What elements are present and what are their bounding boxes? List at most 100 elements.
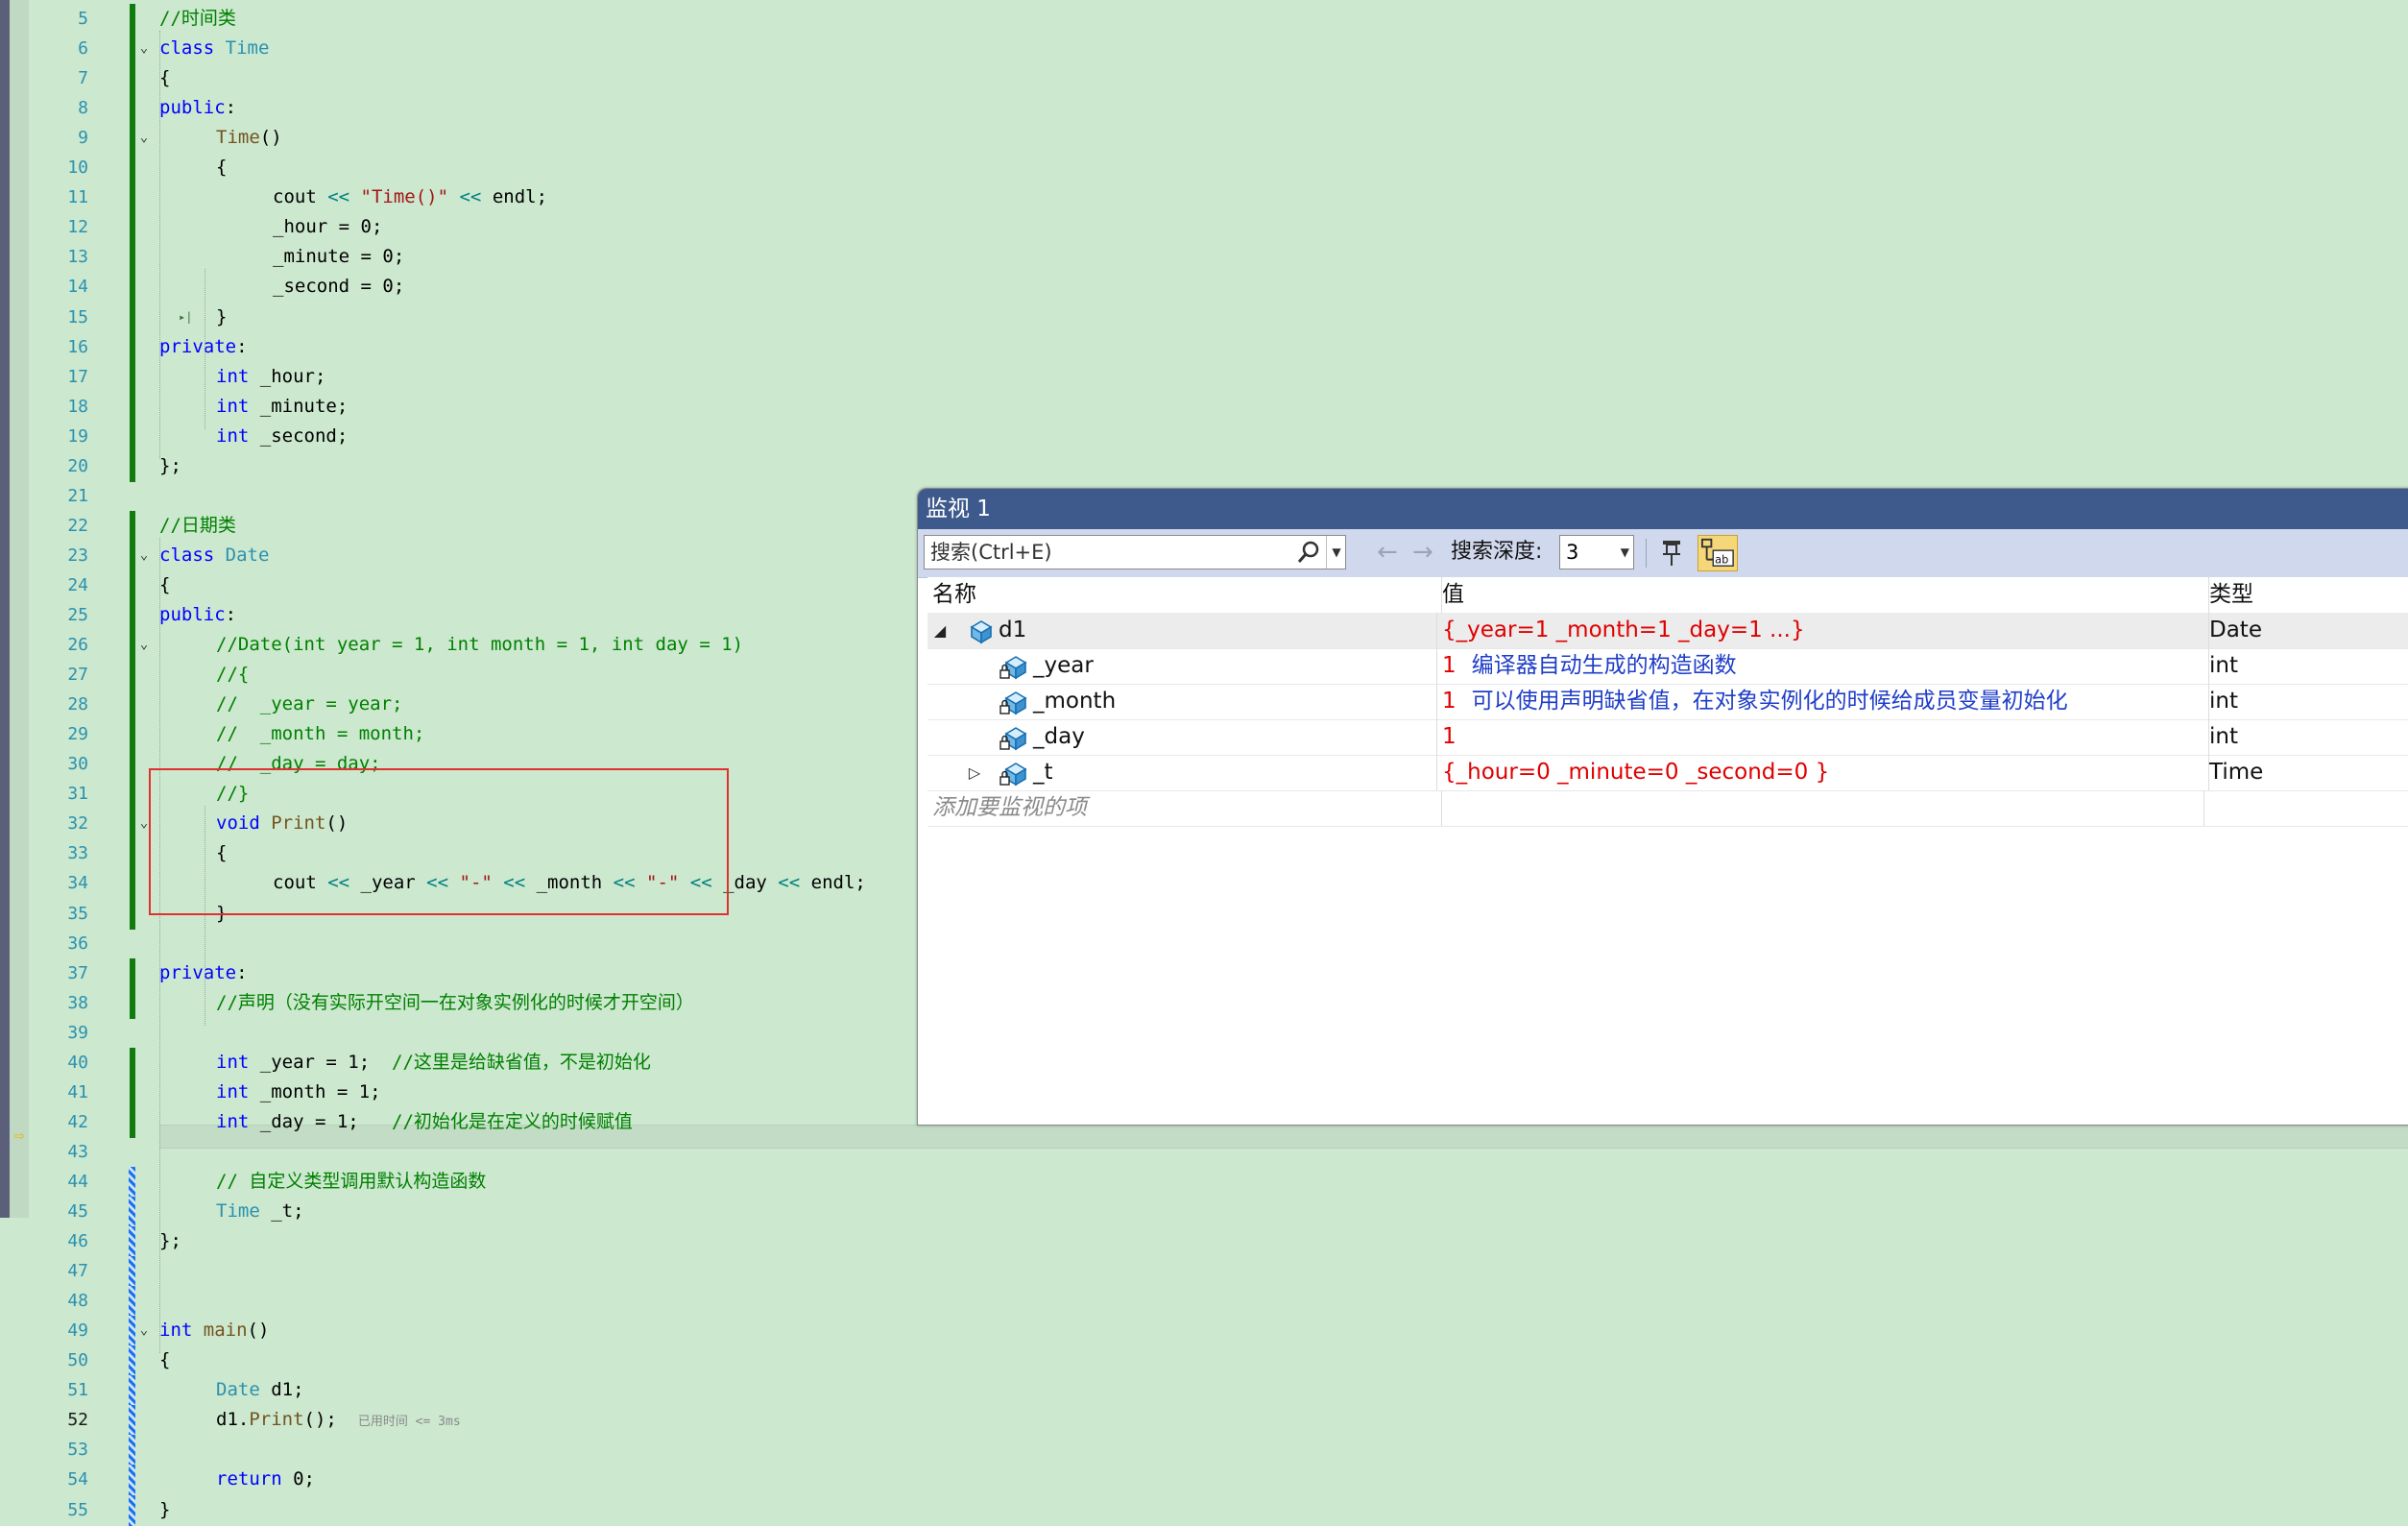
code-line[interactable]: 51 Date d1; xyxy=(0,1375,2408,1407)
code-line[interactable]: 8 public: xyxy=(0,93,2408,125)
code-line[interactable]: 48 xyxy=(0,1286,2408,1318)
watch-name-cell[interactable]: _year xyxy=(927,648,1437,684)
search-icon[interactable] xyxy=(1294,538,1323,567)
code-line[interactable]: 17 int _hour; xyxy=(0,361,2408,393)
code-text[interactable]: int _year = 1; //这里是给缺省值，不是初始化 xyxy=(216,1051,651,1075)
watch-name-cell[interactable]: ◢ d1 xyxy=(927,613,1437,648)
code-line[interactable]: 20}; xyxy=(0,450,2408,482)
code-line[interactable]: 50 { xyxy=(0,1345,2408,1377)
watch-name-cell[interactable]: _day xyxy=(927,719,1437,755)
code-line[interactable]: 9 ⌄ Time() xyxy=(0,123,2408,155)
code-line[interactable]: 6 ⌄ class Time xyxy=(0,34,2408,65)
search-input[interactable] xyxy=(925,536,1294,569)
column-header-name[interactable]: 名称 xyxy=(927,577,1442,613)
code-line[interactable]: 10 { xyxy=(0,153,2408,184)
code-text[interactable]: // _year = year; xyxy=(216,692,402,716)
watch-name-cell[interactable]: _month xyxy=(927,684,1437,719)
code-text[interactable]: //日期类 xyxy=(159,514,236,538)
code-line[interactable]: 45 Time _t; xyxy=(0,1197,2408,1227)
code-text[interactable]: }; xyxy=(159,1229,181,1253)
code-text[interactable]: } xyxy=(216,305,227,329)
chevron-down-icon[interactable]: ▼ xyxy=(1326,536,1346,569)
code-line[interactable]: 55} xyxy=(0,1494,2408,1526)
code-text[interactable]: //{ xyxy=(216,663,249,687)
code-text[interactable]: Date d1; xyxy=(216,1378,304,1402)
code-line[interactable]: 46}; xyxy=(0,1226,2408,1258)
collapse-icon[interactable]: ⌄ xyxy=(137,544,151,568)
collapse-icon[interactable]: ⌄ xyxy=(137,1319,151,1343)
watch-title[interactable]: 监视 1 xyxy=(918,489,2408,529)
arrow-left-icon[interactable]: ← xyxy=(1377,535,1398,569)
collapse-triangle-icon[interactable]: ◢ xyxy=(931,613,949,648)
code-line[interactable]: 18 int _minute; xyxy=(0,391,2408,423)
code-line[interactable]: 7{ xyxy=(0,63,2408,95)
code-line[interactable]: 15 ▸|} xyxy=(0,302,2408,333)
arrow-right-icon[interactable]: → xyxy=(1412,535,1433,569)
code-line[interactable]: 47 xyxy=(0,1256,2408,1288)
code-text[interactable]: //时间类 xyxy=(159,7,236,31)
code-text[interactable]: int _second; xyxy=(216,424,348,448)
collapse-icon[interactable]: ⌄ xyxy=(137,633,151,657)
code-text[interactable]: private: xyxy=(159,335,248,359)
code-text[interactable]: _minute = 0; xyxy=(273,245,404,269)
watch-row[interactable]: _month 1 可以使用声明缺省值，在对象实例化的时候给成员变量初始化 int xyxy=(927,684,2408,720)
add-watch-item[interactable]: 添加要监视的项 xyxy=(927,790,1442,826)
collapse-icon[interactable]: ⌄ xyxy=(137,36,151,61)
watch-row[interactable]: ◢ d1 {_year=1 _month=1 _day=1 ...} Date xyxy=(927,613,2408,649)
code-text[interactable]: _second = 0; xyxy=(273,275,404,299)
watch-window[interactable]: 监视 1 ▼ ← → 搜索深度: 3 ▼ ab xyxy=(917,488,2408,1126)
code-text[interactable]: Time() xyxy=(216,126,282,150)
code-text[interactable]: } xyxy=(159,1498,170,1522)
watch-value-cell[interactable]: 1 xyxy=(1437,719,2209,755)
code-line[interactable]: 12 _hour = 0; xyxy=(0,212,2408,244)
code-text[interactable]: d1.Print(); 已用时间 <= 3ms xyxy=(216,1408,461,1434)
code-text[interactable]: { xyxy=(216,156,227,180)
fold-end-icon[interactable]: ▸| xyxy=(179,305,192,329)
search-depth-select[interactable]: 3 ▼ xyxy=(1559,535,1634,569)
code-line[interactable]: 5 //时间类 xyxy=(0,4,2408,35)
code-line[interactable]: 44 // 自定义类型调用默认构造函数 xyxy=(0,1166,2408,1198)
code-line[interactable]: 52 d1.Print(); 已用时间 <= 3ms xyxy=(0,1405,2408,1437)
code-text[interactable]: int _day = 1; //初始化是在定义的时候赋值 xyxy=(216,1110,633,1134)
code-line[interactable]: 49 ⌄ int main() xyxy=(0,1316,2408,1347)
watch-value-cell[interactable]: {_year=1 _month=1 _day=1 ...} xyxy=(1437,613,2209,648)
code-text[interactable]: Time _t; xyxy=(216,1199,304,1223)
code-text[interactable]: }; xyxy=(159,454,181,478)
hex-display-icon[interactable]: ab xyxy=(1698,535,1738,571)
code-text[interactable]: int _month = 1; xyxy=(216,1080,381,1104)
watch-value-cell[interactable]: 1 编译器自动生成的构造函数 xyxy=(1437,648,2209,684)
expand-triangle-icon[interactable]: ▷ xyxy=(966,755,983,790)
code-text[interactable]: private: xyxy=(159,961,248,985)
code-text[interactable]: class Time xyxy=(159,36,269,61)
code-text[interactable]: { xyxy=(159,573,170,597)
watch-value-cell[interactable]: 1 可以使用声明缺省值，在对象实例化的时候给成员变量初始化 xyxy=(1437,684,2209,719)
code-line[interactable]: 13 _minute = 0; xyxy=(0,242,2408,274)
code-text[interactable]: // 自定义类型调用默认构造函数 xyxy=(216,1170,486,1194)
search-box[interactable]: ▼ xyxy=(924,535,1346,569)
code-text[interactable]: public: xyxy=(159,603,236,627)
code-text[interactable]: //声明（没有实际开空间一在对象实例化的时候才开空间） xyxy=(216,991,694,1015)
watch-row[interactable]: _year 1 编译器自动生成的构造函数 int xyxy=(927,648,2408,685)
add-watch-row[interactable]: 添加要监视的项 xyxy=(927,790,2408,827)
code-line[interactable]: 11 cout << "Time()" << endl; xyxy=(0,182,2408,214)
code-line[interactable]: 19 int _second; xyxy=(0,421,2408,452)
code-text[interactable]: int _minute; xyxy=(216,395,348,419)
column-header-type[interactable]: 类型 xyxy=(2204,577,2408,613)
code-text[interactable]: public: xyxy=(159,96,236,120)
watch-row[interactable]: ▷ _t {_hour=0 _minute=0 _second=0 } Time xyxy=(927,755,2408,791)
code-line[interactable]: 14 _second = 0; xyxy=(0,272,2408,303)
code-line[interactable]: 53 xyxy=(0,1435,2408,1466)
pin-icon[interactable] xyxy=(1657,537,1688,569)
code-text[interactable]: int _hour; xyxy=(216,365,325,389)
watch-name-cell[interactable]: ▷ _t xyxy=(927,755,1437,790)
column-header-value[interactable]: 值 xyxy=(1437,577,2209,613)
code-text[interactable]: { xyxy=(159,1348,170,1372)
elapsed-time-hint[interactable]: 已用时间 <= 3ms xyxy=(358,1415,461,1429)
code-line[interactable]: 16 private: xyxy=(0,331,2408,363)
collapse-icon[interactable]: ⌄ xyxy=(137,126,151,150)
code-text[interactable]: { xyxy=(159,66,170,90)
code-text[interactable]: // _month = month; xyxy=(216,722,424,746)
watch-value-cell[interactable]: {_hour=0 _minute=0 _second=0 } xyxy=(1437,755,2209,790)
code-text[interactable]: _hour = 0; xyxy=(273,215,382,239)
code-text[interactable]: class Date xyxy=(159,544,269,568)
